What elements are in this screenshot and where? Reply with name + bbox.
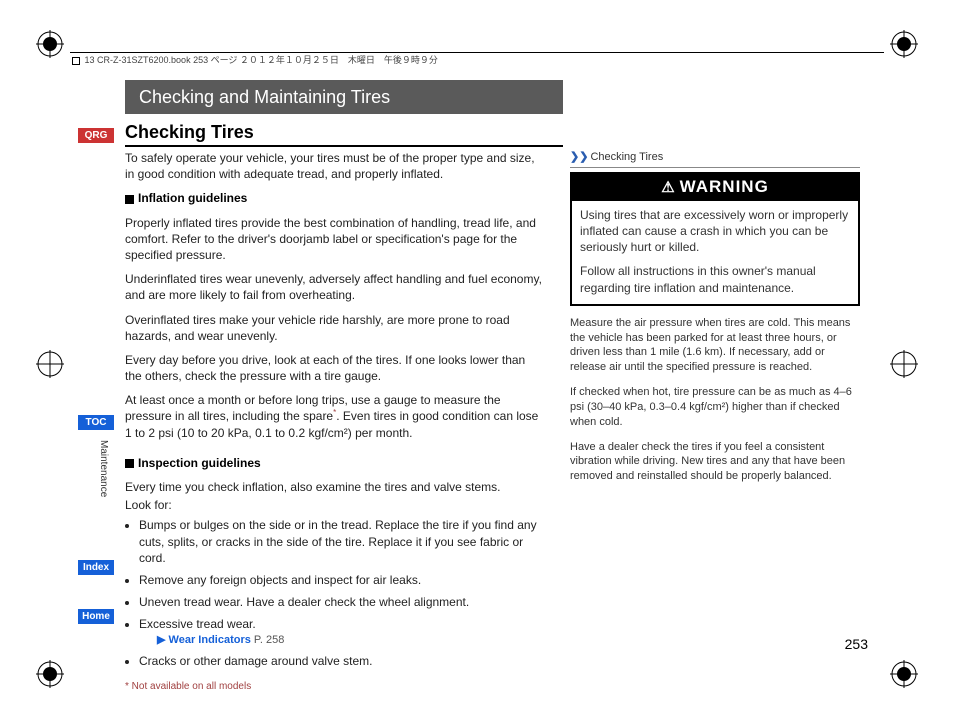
double-chevron-icon: ❯❯ <box>570 151 588 163</box>
body-text: Properly inflated tires provide the best… <box>125 215 545 264</box>
warning-text: Using tires that are excessively worn or… <box>580 207 850 256</box>
square-bullet-icon <box>125 459 134 468</box>
crop-mark-icon <box>36 350 64 378</box>
square-bullet-icon <box>125 195 134 204</box>
body-text: Every time you check inflation, also exa… <box>125 479 545 495</box>
crop-mark-icon <box>36 30 64 58</box>
body-text: At least once a month or before long tri… <box>125 392 545 441</box>
crop-mark-icon <box>36 660 64 688</box>
nav-tab-home[interactable]: Home <box>78 609 114 624</box>
side-section-label: Maintenance <box>98 440 109 497</box>
list-item: Remove any foreign objects and inspect f… <box>139 572 545 588</box>
nav-tab-qrg[interactable]: QRG <box>78 128 114 143</box>
sidebar-heading: ❯❯Checking Tires <box>570 150 860 168</box>
note-block: Measure the air pressure when tires are … <box>570 316 860 484</box>
crop-mark-icon <box>890 660 918 688</box>
page-number: 253 <box>845 636 868 652</box>
subheading-inflation: Inflation guidelines <box>125 190 545 206</box>
note-text: If checked when hot, tire pressure can b… <box>570 385 860 430</box>
warning-box: ⚠WARNING Using tires that are excessivel… <box>570 172 860 306</box>
list-item: Cracks or other damage around valve stem… <box>139 653 545 669</box>
body-text: Look for: <box>125 497 545 513</box>
nav-tab-index[interactable]: Index <box>78 560 114 575</box>
sidebar-content: ❯❯Checking Tires ⚠WARNING Using tires th… <box>570 150 860 494</box>
chapter-title: Checking and Maintaining Tires <box>125 80 563 114</box>
header-strip-text: 13 CR-Z-31SZT6200.book 253 ページ ２０１２年１０月２… <box>85 55 438 65</box>
body-text: Underinflated tires wear unevenly, adver… <box>125 271 545 303</box>
body-text: Every day before you drive, look at each… <box>125 352 545 384</box>
list-item: Excessive tread wear. ▶ Wear Indicators … <box>139 616 545 647</box>
inspection-list: Bumps or bulges on the side or in the tr… <box>125 517 545 669</box>
note-text: Measure the air pressure when tires are … <box>570 316 860 375</box>
crop-mark-icon <box>890 30 918 58</box>
note-text: Have a dealer check the tires if you fee… <box>570 440 860 485</box>
crop-mark-icon <box>890 350 918 378</box>
warning-body: Using tires that are excessively worn or… <box>572 201 858 304</box>
section-title: Checking Tires <box>125 122 563 147</box>
link-arrow-icon: ▶ <box>157 634 165 646</box>
body-text: Overinflated tires make your vehicle rid… <box>125 312 545 344</box>
nav-tab-toc[interactable]: TOC <box>78 415 114 430</box>
main-content: To safely operate your vehicle, your tir… <box>125 150 545 693</box>
cross-reference-link[interactable]: ▶ Wear Indicators P. 258 <box>157 633 545 648</box>
warning-text: Follow all instructions in this owner's … <box>580 263 850 295</box>
subheading-inspection: Inspection guidelines <box>125 455 545 471</box>
footnote: * Not available on all models <box>125 680 545 694</box>
list-item: Bumps or bulges on the side or in the tr… <box>139 517 545 566</box>
book-icon <box>72 57 80 65</box>
list-item: Uneven tread wear. Have a dealer check t… <box>139 594 545 610</box>
intro-text: To safely operate your vehicle, your tir… <box>125 150 545 182</box>
print-header: 13 CR-Z-31SZT6200.book 253 ページ ２０１２年１０月２… <box>70 52 884 67</box>
warning-title: ⚠WARNING <box>572 174 858 201</box>
warning-triangle-icon: ⚠ <box>661 178 675 198</box>
